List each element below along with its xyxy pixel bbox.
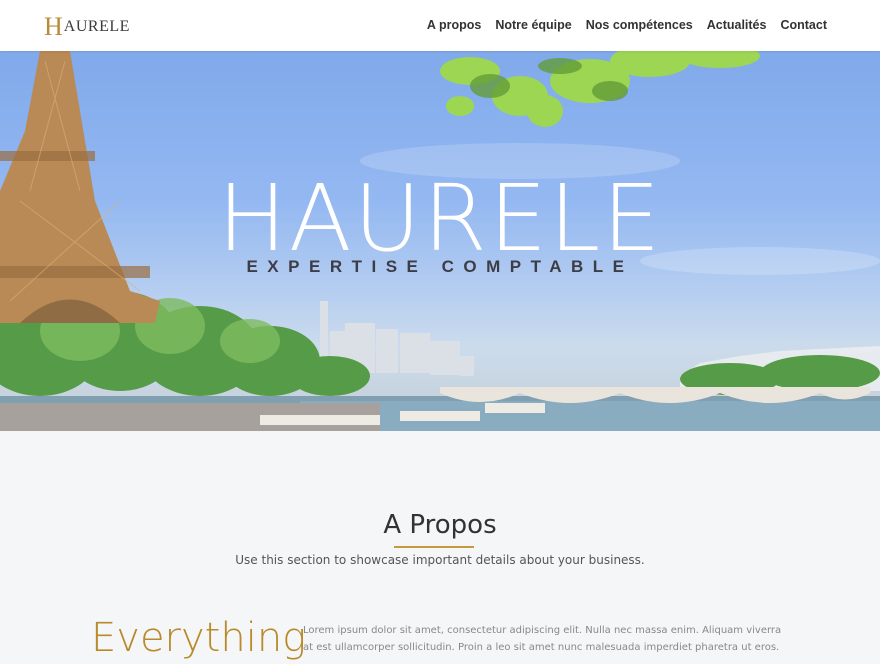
logo[interactable]: H AURELE: [44, 12, 130, 41]
nav-link-a-propos[interactable]: A propos: [427, 18, 481, 32]
hero-banner: HAURELE EXPERTISE COMPTABLE: [0, 51, 880, 431]
nav-link-actualites[interactable]: Actualités: [707, 18, 767, 32]
nav-link-nos-competences[interactable]: Nos compétences: [586, 18, 693, 32]
title-underline: [394, 546, 474, 548]
nav-link-notre-equipe[interactable]: Notre équipe: [495, 18, 571, 32]
logo-text: AURELE: [63, 18, 130, 35]
about-body-text: Lorem ipsum dolor sit amet, consectetur …: [303, 625, 782, 653]
nav-link-contact[interactable]: Contact: [780, 18, 827, 32]
logo-initial: H: [44, 12, 63, 41]
hero-title: HAURELE: [217, 165, 663, 272]
about-section-subtitle: Use this section to showcase important d…: [235, 553, 645, 567]
main-menu: A propos Notre équipe Nos compétences Ac…: [427, 18, 827, 32]
hero-subtitle: EXPERTISE COMPTABLE: [246, 257, 634, 276]
about-section-title: A Propos: [383, 510, 497, 540]
about-heading: Everything: [91, 615, 307, 661]
top-navbar: H AURELE A propos Notre équipe Nos compé…: [0, 0, 880, 51]
